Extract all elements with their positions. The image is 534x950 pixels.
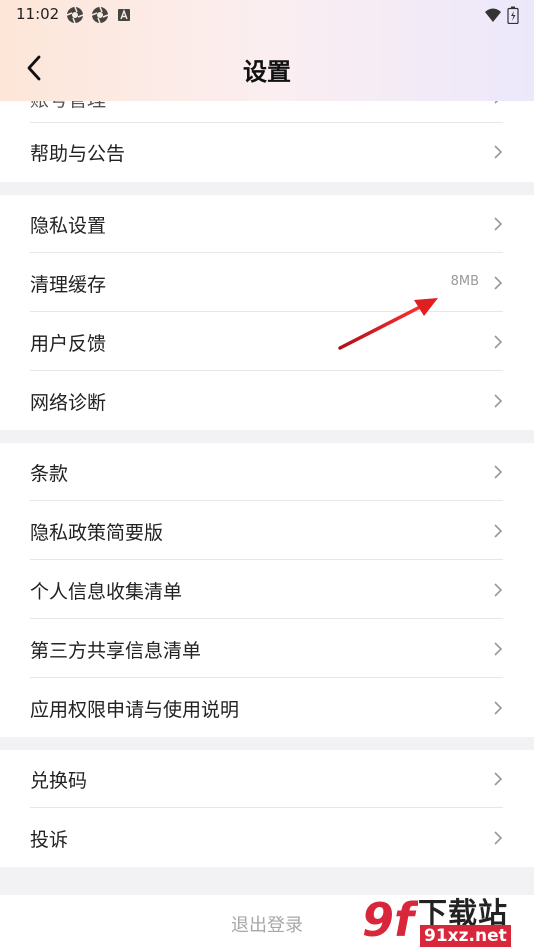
header: 11:02 设置	[0, 0, 534, 101]
status-time: 11:02	[16, 5, 60, 23]
settings-item-label: 帮助与公告	[30, 143, 126, 165]
settings-item-label: 隐私设置	[30, 215, 107, 237]
chevron-right-icon	[494, 831, 503, 845]
settings-item-redeem-code[interactable]: 兑换码	[30, 750, 503, 808]
settings-item-label: 清理缓存	[30, 274, 107, 296]
annotation-arrow-icon	[338, 298, 438, 350]
camera-shutter-icon	[66, 6, 84, 24]
settings-item-network[interactable]: 网络诊断	[30, 372, 503, 430]
cache-size: 8MB	[450, 274, 479, 289]
settings-group-2: 隐私设置 清理缓存 8MB 用户反馈 网络诊断	[0, 195, 534, 430]
settings-item-label: 个人信息收集清单	[30, 581, 183, 603]
chevron-right-icon	[494, 217, 503, 231]
watermark: 9f 下载站 91xz.net	[360, 888, 534, 950]
settings-item-label: 账号管理	[30, 101, 106, 112]
settings-item-label: 第三方共享信息清单	[30, 640, 202, 662]
settings-item-label: 兑换码	[30, 770, 88, 792]
chevron-right-icon	[494, 642, 503, 656]
settings-item-label: 网络诊断	[30, 392, 107, 414]
chevron-right-icon	[494, 465, 503, 479]
watermark-logo-text: 9f	[362, 893, 418, 947]
settings-item-label: 条款	[30, 463, 69, 485]
settings-item-personal-info-list[interactable]: 个人信息收集清单	[30, 561, 503, 619]
chevron-right-icon	[494, 701, 503, 715]
battery-icon	[507, 6, 519, 24]
chevron-right-icon	[494, 583, 503, 597]
settings-item-cutoff[interactable]: 账号管理	[30, 101, 503, 123]
wifi-icon	[485, 8, 501, 22]
settings-item-terms[interactable]: 条款	[30, 443, 503, 501]
settings-group-1: 账号管理 帮助与公告	[0, 101, 534, 182]
settings-list[interactable]: 账号管理 帮助与公告 隐私设置 清理缓存 8MB 用户反馈 网络诊断 条	[0, 101, 534, 895]
settings-item-label: 应用权限申请与使用说明	[30, 699, 240, 721]
settings-group-3: 条款 隐私政策简要版 个人信息收集清单 第三方共享信息清单 应用权限申请与使用说…	[0, 443, 534, 737]
a-badge-icon	[118, 9, 130, 21]
watermark-url: 91xz.net	[420, 925, 511, 947]
chevron-right-icon	[494, 335, 503, 349]
settings-item-help[interactable]: 帮助与公告	[30, 123, 503, 181]
chevron-right-icon	[494, 276, 503, 290]
chevron-right-icon	[494, 772, 503, 786]
settings-item-complaint[interactable]: 投诉	[30, 809, 503, 867]
settings-item-third-party-list[interactable]: 第三方共享信息清单	[30, 620, 503, 678]
chevron-right-icon	[494, 145, 503, 159]
settings-item-privacy-summary[interactable]: 隐私政策简要版	[30, 502, 503, 560]
settings-item-privacy[interactable]: 隐私设置	[30, 195, 503, 253]
watermark-logo-icon: 9f	[362, 893, 418, 947]
page-title: 设置	[243, 58, 291, 86]
settings-item-label: 投诉	[30, 829, 69, 851]
camera-shutter-icon-2	[91, 6, 109, 24]
settings-item-permissions[interactable]: 应用权限申请与使用说明	[30, 679, 503, 737]
settings-item-label: 隐私政策简要版	[30, 522, 164, 544]
settings-item-label: 用户反馈	[30, 333, 107, 355]
chevron-right-icon	[494, 101, 499, 104]
chevron-right-icon	[494, 524, 503, 538]
status-bar: 11:02	[0, 0, 534, 30]
nav-bar: 设置	[0, 36, 534, 100]
chevron-right-icon	[494, 394, 503, 408]
settings-group-4: 兑换码 投诉	[0, 750, 534, 867]
